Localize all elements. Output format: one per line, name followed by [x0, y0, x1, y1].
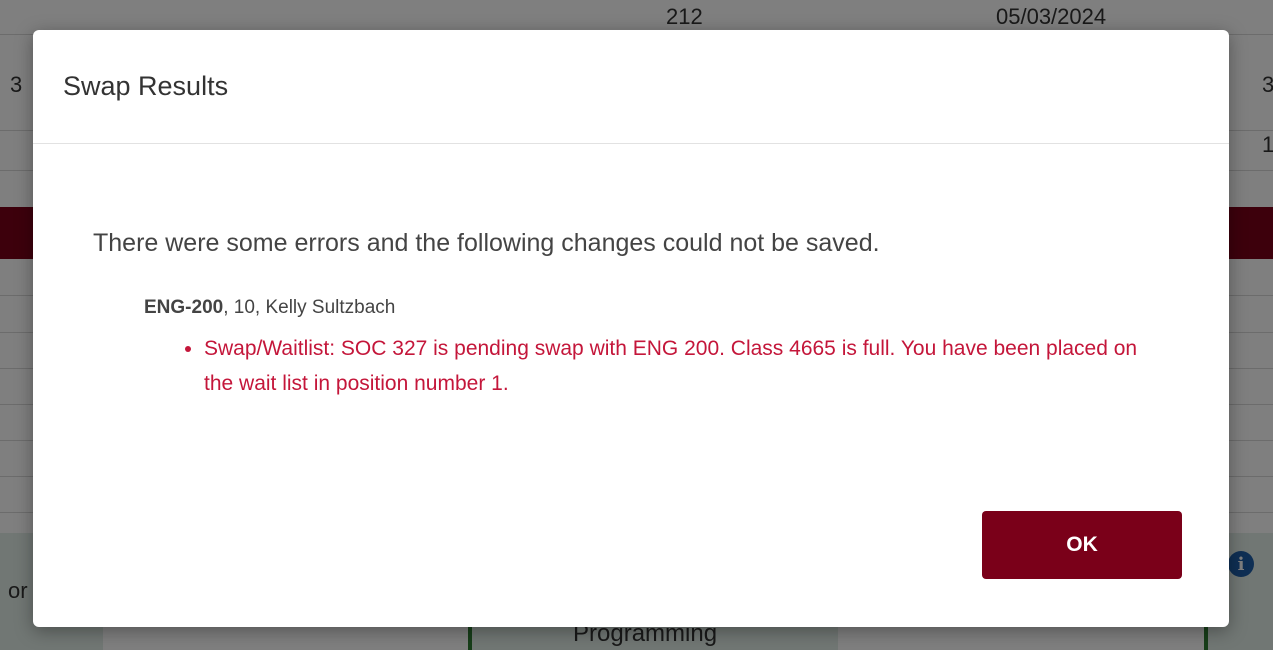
error-message: Swap/Waitlist: SOC 327 is pending swap w… [185, 331, 1164, 401]
swap-results-dialog: Swap Results There were some errors and … [33, 30, 1229, 627]
section-instructor: , 10, Kelly Sultzbach [223, 297, 396, 318]
course-code: ENG-200 [144, 297, 224, 318]
dialog-header: Swap Results [33, 30, 1229, 144]
failed-change-detail: ENG-200, 10, Kelly Sultzbach [144, 297, 395, 319]
error-summary: There were some errors and the following… [93, 229, 880, 257]
error-list: Swap/Waitlist: SOC 327 is pending swap w… [185, 331, 1164, 401]
ok-button[interactable]: OK [982, 511, 1182, 579]
dialog-title: Swap Results [63, 71, 229, 101]
